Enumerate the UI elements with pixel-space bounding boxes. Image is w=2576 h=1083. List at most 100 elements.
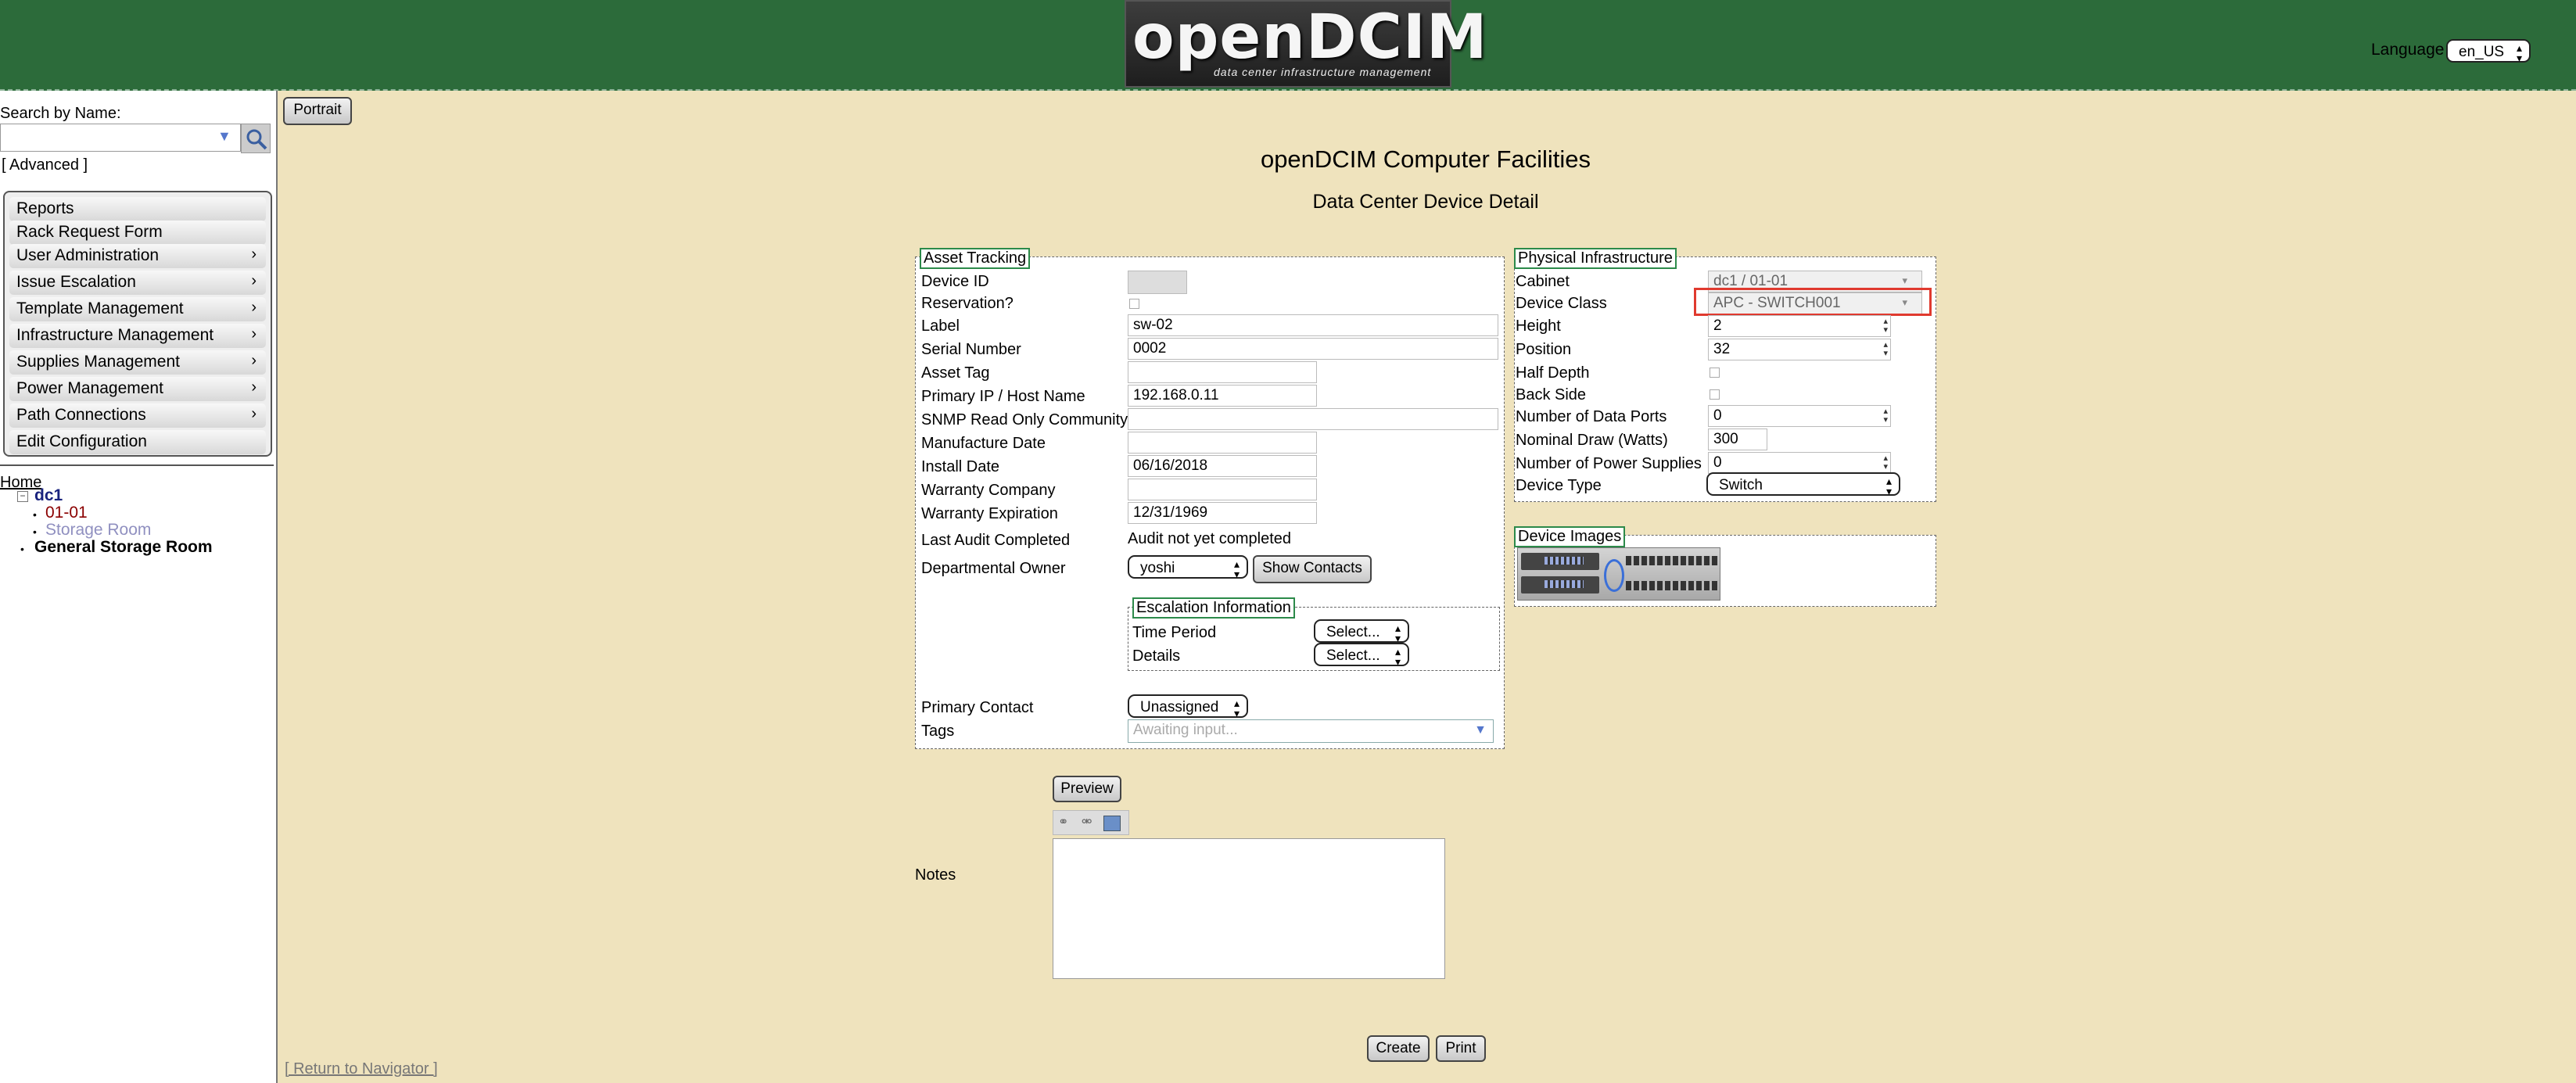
departmental-owner-select[interactable]: yoshi ▴ ▾ bbox=[1128, 555, 1248, 579]
spinner-icon[interactable]: ▴ ▾ bbox=[1883, 454, 1888, 472]
unlink-icon[interactable]: ⚮ bbox=[1082, 814, 1092, 830]
reservation-label: Reservation? bbox=[921, 295, 1014, 312]
tags-dropdown-icon[interactable]: ▼ bbox=[1474, 723, 1487, 737]
search-dropdown-icon[interactable]: ▼ bbox=[217, 128, 231, 145]
half-depth-label: Half Depth bbox=[1516, 364, 1590, 382]
spinner-icon[interactable]: ▴ ▾ bbox=[1883, 317, 1888, 335]
primary-ip-input[interactable]: 192.168.0.11 bbox=[1128, 385, 1317, 407]
switch-unit bbox=[1521, 576, 1599, 593]
opendcim-logo[interactable]: openDCIM data center infrastructure mana… bbox=[1125, 0, 1487, 88]
menu-item-infrastructure-management[interactable]: Infrastructure Management › bbox=[9, 324, 266, 348]
collapse-toggle-icon[interactable]: − bbox=[17, 491, 28, 502]
select-arrows-icon: ▴ ▾ bbox=[1233, 558, 1240, 580]
manufacture-date-label: Manufacture Date bbox=[921, 435, 1046, 452]
image-icon[interactable] bbox=[1103, 816, 1121, 831]
preview-button[interactable]: Preview bbox=[1053, 776, 1121, 802]
snmp-community-input[interactable] bbox=[1128, 408, 1498, 430]
device-class-label: Device Class bbox=[1516, 295, 1607, 312]
menu-item-reports[interactable]: Reports bbox=[9, 197, 266, 221]
last-audit-value: Audit not yet completed bbox=[1128, 530, 1292, 547]
advanced-search-link[interactable]: [ Advanced ] bbox=[2, 156, 88, 174]
label-input[interactable]: sw-02 bbox=[1128, 314, 1498, 336]
reservation-checkbox[interactable] bbox=[1129, 299, 1139, 309]
select-arrows-icon: ▴ ▾ bbox=[1394, 622, 1401, 644]
tree-cabinet-01-01[interactable]: 01-01 bbox=[45, 504, 88, 522]
link-icon[interactable]: ⚭ bbox=[1058, 814, 1068, 830]
device-images-legend: Device Images bbox=[1514, 526, 1626, 547]
back-side-checkbox[interactable] bbox=[1710, 389, 1720, 400]
power-supplies-label: Number of Power Supplies bbox=[1516, 455, 1702, 472]
spinner-icon[interactable]: ▴ ▾ bbox=[1883, 341, 1888, 358]
install-date-label: Install Date bbox=[921, 458, 1000, 475]
notes-textarea[interactable] bbox=[1053, 838, 1445, 979]
chevron-right-icon: › bbox=[251, 325, 257, 342]
page-subtitle: Data Center Device Detail bbox=[1312, 191, 1539, 213]
device-type-select[interactable]: Switch ▴ ▾ bbox=[1706, 472, 1900, 497]
select-arrows-icon: ▴ ▾ bbox=[1394, 645, 1401, 668]
serial-number-label: Serial Number bbox=[921, 341, 1021, 358]
notes-editor-toolbar: ⚭ ⚮ bbox=[1053, 810, 1129, 835]
label-label: Label bbox=[921, 317, 960, 335]
search-label: Search by Name: bbox=[0, 105, 121, 122]
page-title: openDCIM Computer Facilities bbox=[1260, 145, 1591, 173]
port-row bbox=[1626, 581, 1718, 590]
print-button[interactable]: Print bbox=[1436, 1035, 1486, 1062]
asset-tag-input[interactable] bbox=[1128, 361, 1317, 383]
switch-unit bbox=[1521, 553, 1599, 570]
device-image-switch[interactable] bbox=[1517, 547, 1720, 601]
tags-input[interactable]: Awaiting input... ▼ bbox=[1128, 719, 1494, 743]
menu-item-edit-configuration[interactable]: Edit Configuration bbox=[9, 430, 266, 454]
chevron-right-icon: › bbox=[251, 352, 257, 369]
search-input[interactable] bbox=[0, 124, 241, 152]
menu-item-user-administration[interactable]: User Administration › bbox=[9, 244, 266, 268]
portrait-button[interactable]: Portrait bbox=[283, 97, 352, 125]
chevron-right-icon: › bbox=[251, 299, 257, 316]
position-input[interactable]: 32 ▴ ▾ bbox=[1708, 339, 1891, 360]
tree-datacenter-dc1[interactable]: dc1 bbox=[34, 486, 63, 505]
language-label: Language bbox=[2371, 41, 2445, 59]
language-value: en_US bbox=[2459, 44, 2505, 60]
port-row bbox=[1626, 556, 1718, 565]
install-date-input[interactable]: 06/16/2018 bbox=[1128, 455, 1317, 477]
serial-number-input[interactable]: 0002 bbox=[1128, 338, 1498, 360]
search-button[interactable] bbox=[241, 124, 271, 153]
device-class-highlight bbox=[1694, 288, 1932, 316]
chevron-down-icon: ▾ bbox=[1902, 274, 1907, 286]
warranty-expiration-label: Warranty Expiration bbox=[921, 505, 1058, 522]
tree-general-storage-room[interactable]: General Storage Room bbox=[34, 538, 213, 557]
select-arrows-icon: ▴ ▾ bbox=[1233, 697, 1240, 719]
logo-tagline: data center infrastructure management bbox=[1214, 66, 1432, 78]
create-button[interactable]: Create bbox=[1367, 1035, 1430, 1062]
notes-label: Notes bbox=[915, 866, 956, 884]
height-input[interactable]: 2 ▴ ▾ bbox=[1708, 315, 1891, 337]
departmental-owner-label: Departmental Owner bbox=[921, 560, 1066, 577]
language-select[interactable]: en_US ▴ ▾ bbox=[2446, 39, 2531, 63]
return-to-navigator-link[interactable]: [ Return to Navigator ] bbox=[285, 1060, 438, 1078]
select-arrows-icon: ▴ ▾ bbox=[1885, 475, 1892, 497]
show-contacts-button[interactable]: Show Contacts bbox=[1253, 555, 1372, 583]
spinner-icon[interactable]: ▴ ▾ bbox=[1883, 407, 1888, 425]
power-supplies-input[interactable]: 0 ▴ ▾ bbox=[1708, 452, 1891, 474]
sidebar-divider bbox=[0, 464, 274, 466]
details-select[interactable]: Select... ▴ ▾ bbox=[1314, 643, 1409, 668]
warranty-company-label: Warranty Company bbox=[921, 482, 1056, 499]
menu-item-path-connections[interactable]: Path Connections › bbox=[9, 403, 266, 428]
manufacture-date-input[interactable] bbox=[1128, 432, 1317, 454]
menu-item-supplies-management[interactable]: Supplies Management › bbox=[9, 350, 266, 375]
primary-contact-select[interactable]: Unassigned ▴ ▾ bbox=[1128, 694, 1248, 719]
warranty-expiration-input[interactable]: 12/31/1969 bbox=[1128, 502, 1317, 524]
menu-item-rack-request-form[interactable]: Rack Request Form bbox=[9, 221, 266, 245]
warranty-company-input[interactable] bbox=[1128, 479, 1317, 500]
device-type-label: Device Type bbox=[1516, 477, 1602, 494]
tree-storage-room[interactable]: Storage Room bbox=[45, 521, 151, 540]
data-ports-input[interactable]: 0 ▴ ▾ bbox=[1708, 405, 1891, 427]
menu-item-template-management[interactable]: Template Management › bbox=[9, 297, 266, 321]
time-period-select[interactable]: Select... ▴ ▾ bbox=[1314, 619, 1409, 644]
back-side-label: Back Side bbox=[1516, 386, 1587, 403]
menu-item-power-management[interactable]: Power Management › bbox=[9, 377, 266, 401]
main-menu: Reports Rack Request Form User Administr… bbox=[3, 191, 272, 457]
menu-item-issue-escalation[interactable]: Issue Escalation › bbox=[9, 271, 266, 295]
half-depth-checkbox[interactable] bbox=[1710, 368, 1720, 378]
nominal-draw-input[interactable]: 300 bbox=[1708, 429, 1767, 450]
asset-tag-label: Asset Tag bbox=[921, 364, 990, 382]
